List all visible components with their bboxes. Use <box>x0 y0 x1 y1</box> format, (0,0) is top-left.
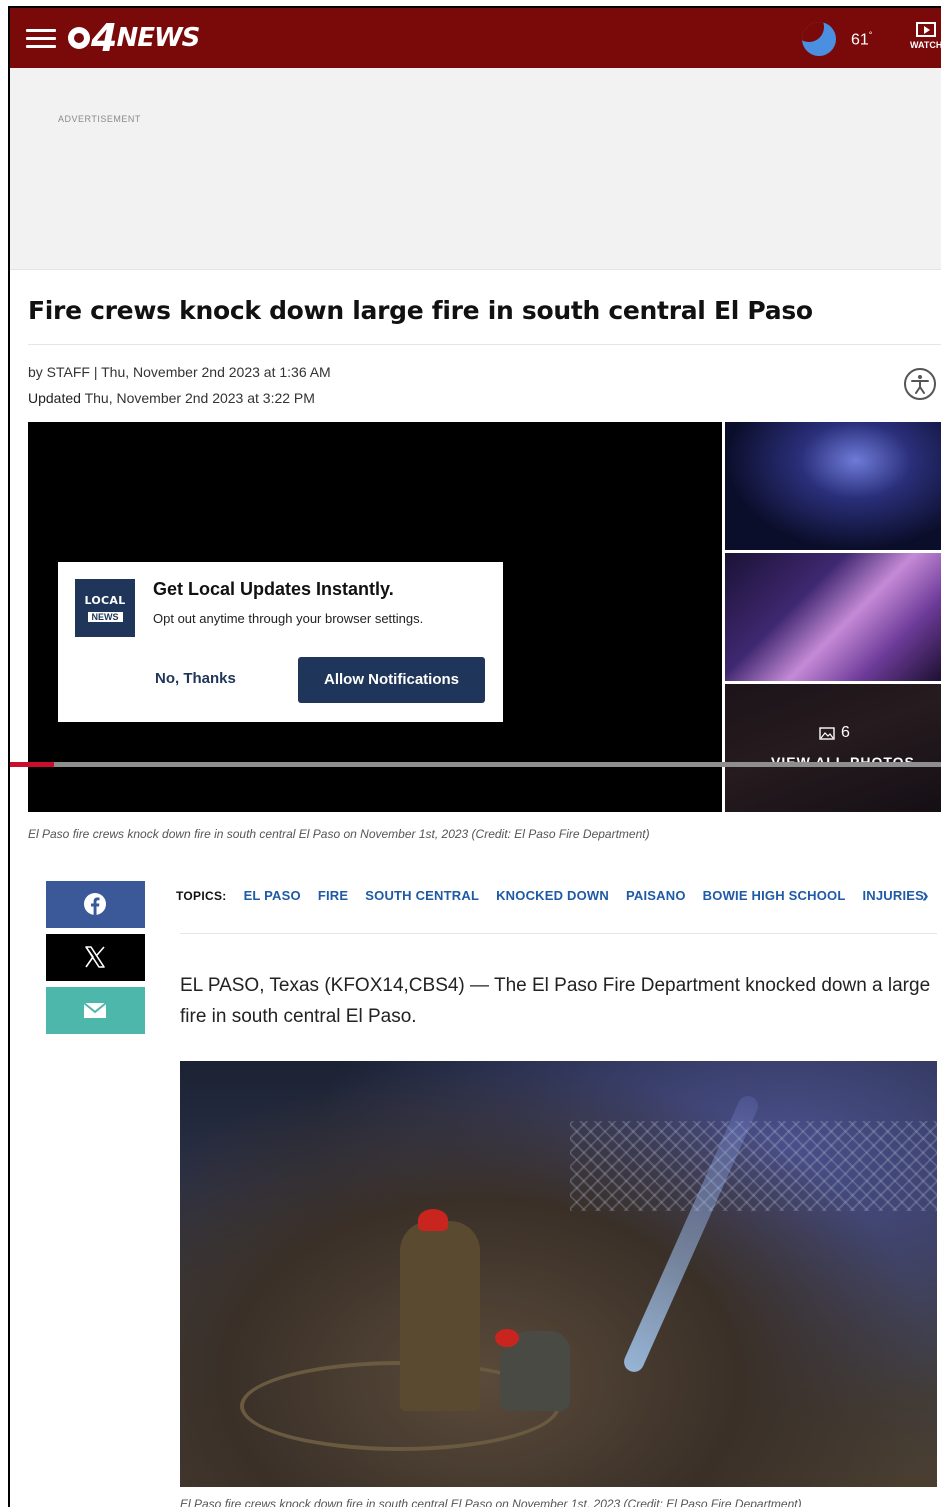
prompt-title: Get Local Updates Instantly. <box>153 579 394 599</box>
updated-timestamp: Updated Thu, November 2nd 2023 at 3:22 P… <box>28 390 315 406</box>
temperature-value: 61 <box>851 31 869 49</box>
topic-link[interactable]: BOWIE HIGH SCHOOL <box>703 888 846 903</box>
topic-link[interactable]: EL PASO <box>244 888 301 903</box>
x-icon <box>85 946 105 968</box>
facebook-icon <box>84 893 106 915</box>
photo-caption: El Paso fire crews knock down fire in so… <box>180 1497 802 1507</box>
cbs-eye-icon <box>68 27 90 49</box>
topic-link[interactable]: PAISANO <box>626 888 686 903</box>
divider <box>180 933 937 934</box>
updated-label: Updated <box>28 390 81 406</box>
no-thanks-button[interactable]: No, Thanks <box>155 670 236 687</box>
topic-link[interactable]: KNOCKED DOWN <box>496 888 609 903</box>
notification-prompt: LOCAL NEWS Get Local Updates Instantly. … <box>58 562 503 722</box>
play-icon <box>916 22 936 37</box>
divider <box>28 344 941 345</box>
thumbnail-overlay <box>725 684 941 812</box>
watch-label: WATCH <box>910 40 941 50</box>
gallery-thumbnail[interactable] <box>725 553 941 681</box>
view-all-photos-tile[interactable]: 6 VIEW ALL PHOTOS <box>725 684 941 812</box>
logo-number: 4 <box>91 16 117 60</box>
article-headline: Fire crews knock down large fire in sout… <box>28 296 813 325</box>
photo-detail <box>570 1121 937 1211</box>
watch-button[interactable]: WATCH <box>910 22 941 62</box>
photo-detail <box>495 1329 519 1347</box>
logo-line-1: LOCAL <box>84 594 126 607</box>
topic-link[interactable]: INJURIES <box>862 888 924 903</box>
accessibility-icon[interactable] <box>904 368 936 400</box>
degree-symbol: ° <box>868 30 873 40</box>
topic-link[interactable]: FIRE <box>318 888 348 903</box>
photo-count: 6 <box>819 724 850 742</box>
photo-detail <box>400 1221 480 1411</box>
photo-gallery-thumbnails: 6 VIEW ALL PHOTOS <box>725 422 941 812</box>
byline: by STAFF | Thu, November 2nd 2023 at 1:3… <box>28 364 331 380</box>
allow-notifications-button[interactable]: Allow Notifications <box>298 657 485 703</box>
moon-icon[interactable] <box>802 22 836 56</box>
site-logo[interactable]: 4 NEWS <box>68 16 200 60</box>
chevron-right-icon[interactable]: › <box>922 885 929 908</box>
video-progress-fill <box>10 762 54 767</box>
article-photo[interactable] <box>180 1061 937 1487</box>
mail-icon <box>83 1002 107 1018</box>
topics-label: TOPICS: <box>176 888 227 903</box>
prompt-subtitle: Opt out anytime through your browser set… <box>153 611 424 626</box>
article-paragraph: EL PASO, Texas (KFOX14,CBS4) — The El Pa… <box>180 975 931 1027</box>
share-facebook-button[interactable] <box>46 881 145 928</box>
topic-link[interactable]: SOUTH CENTRAL <box>365 888 479 903</box>
photo-count-value: 6 <box>841 724 850 741</box>
topics-bar: TOPICS: EL PASO FIRE SOUTH CENTRAL KNOCKED … <box>176 888 941 903</box>
weather-temperature[interactable]: 61° <box>851 30 872 49</box>
photo-detail <box>418 1209 448 1231</box>
updated-time: Thu, November 2nd 2023 at 3:22 PM <box>80 390 315 406</box>
image-icon <box>819 726 835 740</box>
media-caption: El Paso fire crews knock down fire in so… <box>28 827 650 841</box>
page-frame: 4 NEWS 61° WATCH ADVERTISEMENT Fire crew… <box>8 6 941 1507</box>
menu-icon[interactable] <box>26 27 56 49</box>
share-email-button[interactable] <box>46 987 145 1034</box>
advertisement-slot: ADVERTISEMENT <box>10 68 941 270</box>
video-progress-bar[interactable] <box>10 762 941 767</box>
local-news-logo: LOCAL NEWS <box>75 579 135 637</box>
advertisement-label: ADVERTISEMENT <box>58 114 141 124</box>
gallery-thumbnail[interactable] <box>725 422 941 550</box>
logo-line-2: NEWS <box>87 612 123 622</box>
logo-word: NEWS <box>116 23 200 53</box>
share-x-button[interactable] <box>46 934 145 981</box>
site-header: 4 NEWS 61° WATCH <box>10 8 941 68</box>
